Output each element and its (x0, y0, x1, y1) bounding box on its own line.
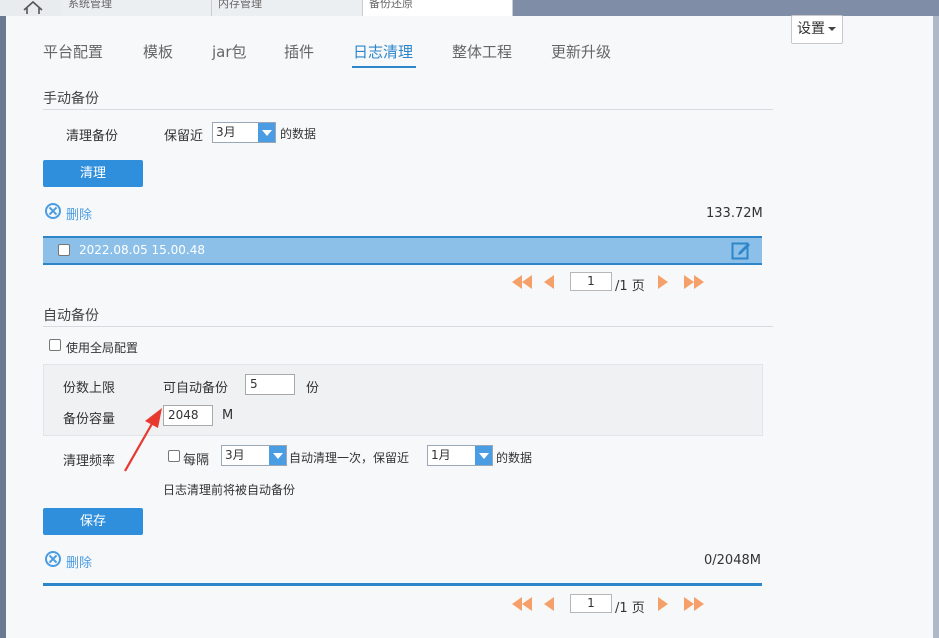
save-button[interactable]: 保存 (43, 508, 143, 535)
auto-clean-text: 自动清理一次，保留近 (289, 451, 410, 465)
count-unit: 份 (306, 381, 320, 396)
every-checkbox[interactable] (168, 450, 180, 462)
dropdown-arrow-icon (258, 123, 275, 142)
dropdown-arrow-icon (475, 446, 492, 465)
prev-page-icon[interactable] (544, 597, 554, 611)
tab-platform-config[interactable]: 平台配置 (43, 41, 103, 62)
divider (43, 326, 773, 327)
edit-icon[interactable] (731, 240, 751, 260)
first-page-icon-2 (522, 275, 532, 289)
manual-keep-select[interactable]: 3月 (212, 122, 276, 143)
manual-backup-title: 手动备份 (43, 91, 99, 107)
delete-icon[interactable] (45, 203, 61, 219)
tab-system-management[interactable]: 系统管理 (62, 0, 212, 16)
right-edge (933, 16, 939, 638)
count-limit-label: 份数上限 (63, 381, 116, 396)
manual-backup-size: 133.72M (706, 206, 763, 221)
tab-whole-project[interactable]: 整体工程 (452, 41, 512, 62)
tab-memory-management[interactable]: 内存管理 (212, 0, 363, 16)
capacity-input[interactable]: 2048 (163, 405, 213, 426)
keep-label: 保留近 (164, 129, 204, 144)
next-page-icon[interactable] (658, 597, 668, 611)
auto-delete-link[interactable]: 删除 (66, 552, 92, 571)
backup-row-name: 2022.08.05 15.00.48 (79, 243, 205, 257)
prev-page-icon[interactable] (544, 275, 554, 289)
manual-delete-link[interactable]: 删除 (66, 204, 92, 223)
tab-backup-restore[interactable]: 备份还原 (363, 0, 513, 16)
auto-keep-suffix: 的数据 (496, 451, 533, 465)
dropdown-arrow-icon (269, 446, 286, 465)
count-input[interactable]: 5 (245, 374, 295, 395)
every-label: 每隔 (183, 453, 210, 468)
first-page-icon-2 (522, 597, 532, 611)
clean-button[interactable]: 清理 (43, 160, 143, 187)
tab-plugins[interactable]: 插件 (284, 41, 314, 62)
last-page-icon-2 (694, 275, 704, 289)
every-select[interactable]: 3月 (221, 445, 287, 466)
delete-icon[interactable] (45, 551, 61, 567)
auto-page-total: /1 页 (615, 601, 645, 616)
count-prefix: 可自动备份 (163, 381, 229, 396)
divider (43, 109, 773, 110)
capacity-label: 备份容量 (63, 412, 116, 427)
list-header-bar (43, 583, 762, 586)
first-page-icon[interactable] (512, 597, 522, 611)
home-icon (23, 0, 43, 14)
auto-backup-note: 日志清理前将被自动备份 (163, 483, 296, 497)
auto-backup-title: 自动备份 (43, 308, 99, 324)
settings-dropdown[interactable]: 设置 (791, 15, 843, 44)
chevron-down-icon (828, 27, 836, 31)
use-global-checkbox[interactable] (49, 339, 61, 351)
tab-log-cleanup[interactable]: 日志清理 (353, 41, 413, 62)
last-page-icon[interactable] (684, 275, 694, 289)
tab-update-upgrade[interactable]: 更新升级 (551, 41, 611, 62)
annotation-arrow-icon (124, 408, 162, 472)
last-page-icon-2 (694, 597, 704, 611)
capacity-unit: M (222, 408, 234, 423)
manual-page-total: /1 页 (615, 279, 645, 294)
home-tab[interactable] (0, 0, 62, 16)
clean-backup-label: 清理备份 (66, 129, 119, 144)
last-page-icon[interactable] (684, 597, 694, 611)
active-tab-underline (352, 66, 416, 68)
frequency-label: 清理频率 (63, 454, 116, 469)
keep-suffix: 的数据 (280, 127, 317, 141)
auto-backup-size: 0/2048M (704, 553, 761, 568)
manual-page-input[interactable]: 1 (570, 272, 612, 291)
next-page-icon[interactable] (658, 275, 668, 289)
tab-template[interactable]: 模板 (143, 41, 173, 62)
auto-keep-select[interactable]: 1月 (427, 445, 493, 466)
backup-row-checkbox[interactable] (58, 244, 70, 256)
first-page-icon[interactable] (512, 275, 522, 289)
use-global-label: 使用全局配置 (66, 341, 139, 355)
auto-page-input[interactable]: 1 (570, 594, 612, 613)
tab-jar[interactable]: jar包 (212, 41, 247, 62)
